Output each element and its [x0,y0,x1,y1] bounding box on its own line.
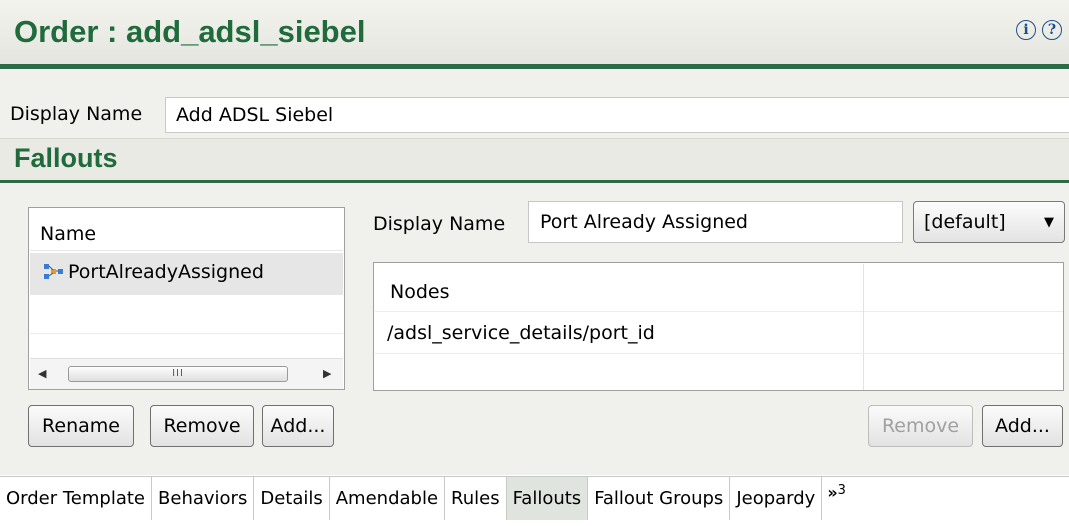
list-item[interactable]: PortAlreadyAssigned [30,253,343,295]
nodes-table[interactable]: Nodes /adsl_service_details/port_id [373,262,1064,391]
add-fallout-button[interactable]: Add... [262,405,334,447]
fallouts-section-header [0,138,1069,182]
scroll-left-icon[interactable]: ◀ [38,367,46,380]
nodes-column-header[interactable]: Nodes [375,264,1063,312]
scrollbar-thumb[interactable]: III [68,366,288,382]
remove-node-button[interactable]: Remove [868,405,973,447]
tab-behaviors[interactable]: Behaviors [152,477,255,520]
fallout-display-name-field[interactable]: Port Already Assigned [528,201,903,243]
tab-amendable[interactable]: Amendable [330,477,446,520]
list-column-header[interactable]: Name [30,209,343,251]
list-item-label: PortAlreadyAssigned [68,261,264,283]
scroll-right-icon[interactable]: ▶ [323,367,331,380]
fallout-tree-icon [44,264,63,279]
locale-select[interactable]: [default] ▼ [913,201,1065,243]
chevron-double-right-icon: » [827,483,838,502]
hidden-tab-count: 3 [837,483,846,498]
tab-details[interactable]: Details [254,477,330,520]
rename-button[interactable]: Rename [28,405,134,447]
tab-rules[interactable]: Rules [445,477,507,520]
add-node-button[interactable]: Add... [982,405,1063,447]
tab-fallouts[interactable]: Fallouts [506,477,589,520]
editor-tab-bar: Order Template Behaviors Details Amendab… [0,477,1069,520]
section-divider [0,180,1069,183]
locale-select-value: [default] [924,211,1006,233]
fallout-display-name-label: Display Name [373,213,506,235]
page-title: Order : add_adsl_siebel [14,14,366,49]
remove-fallout-button[interactable]: Remove [150,405,254,447]
table-row-divider [375,353,1063,354]
chevron-down-icon: ▼ [1044,214,1054,230]
tab-jeopardy[interactable]: Jeopardy [730,477,823,520]
section-title: Fallouts [14,143,118,173]
info-icon[interactable]: i [1016,20,1036,40]
display-name-field[interactable]: Add ADSL Siebel [165,97,1069,133]
help-icon[interactable]: ? [1042,20,1062,40]
horizontal-scrollbar[interactable]: ◀ III ▶ [30,358,343,389]
column-divider [863,264,864,390]
list-row-divider [30,333,343,334]
header-divider [0,64,1069,69]
tab-order-template[interactable]: Order Template [0,477,153,520]
table-row[interactable]: /adsl_service_details/port_id [375,313,863,353]
more-tabs-button[interactable]: » 3 [822,477,851,526]
tab-fallout-groups[interactable]: Fallout Groups [588,477,731,520]
fallout-list[interactable]: Name PortAlreadyAssigned ◀ III ▶ [28,207,345,390]
display-name-label: Display Name [10,103,143,125]
